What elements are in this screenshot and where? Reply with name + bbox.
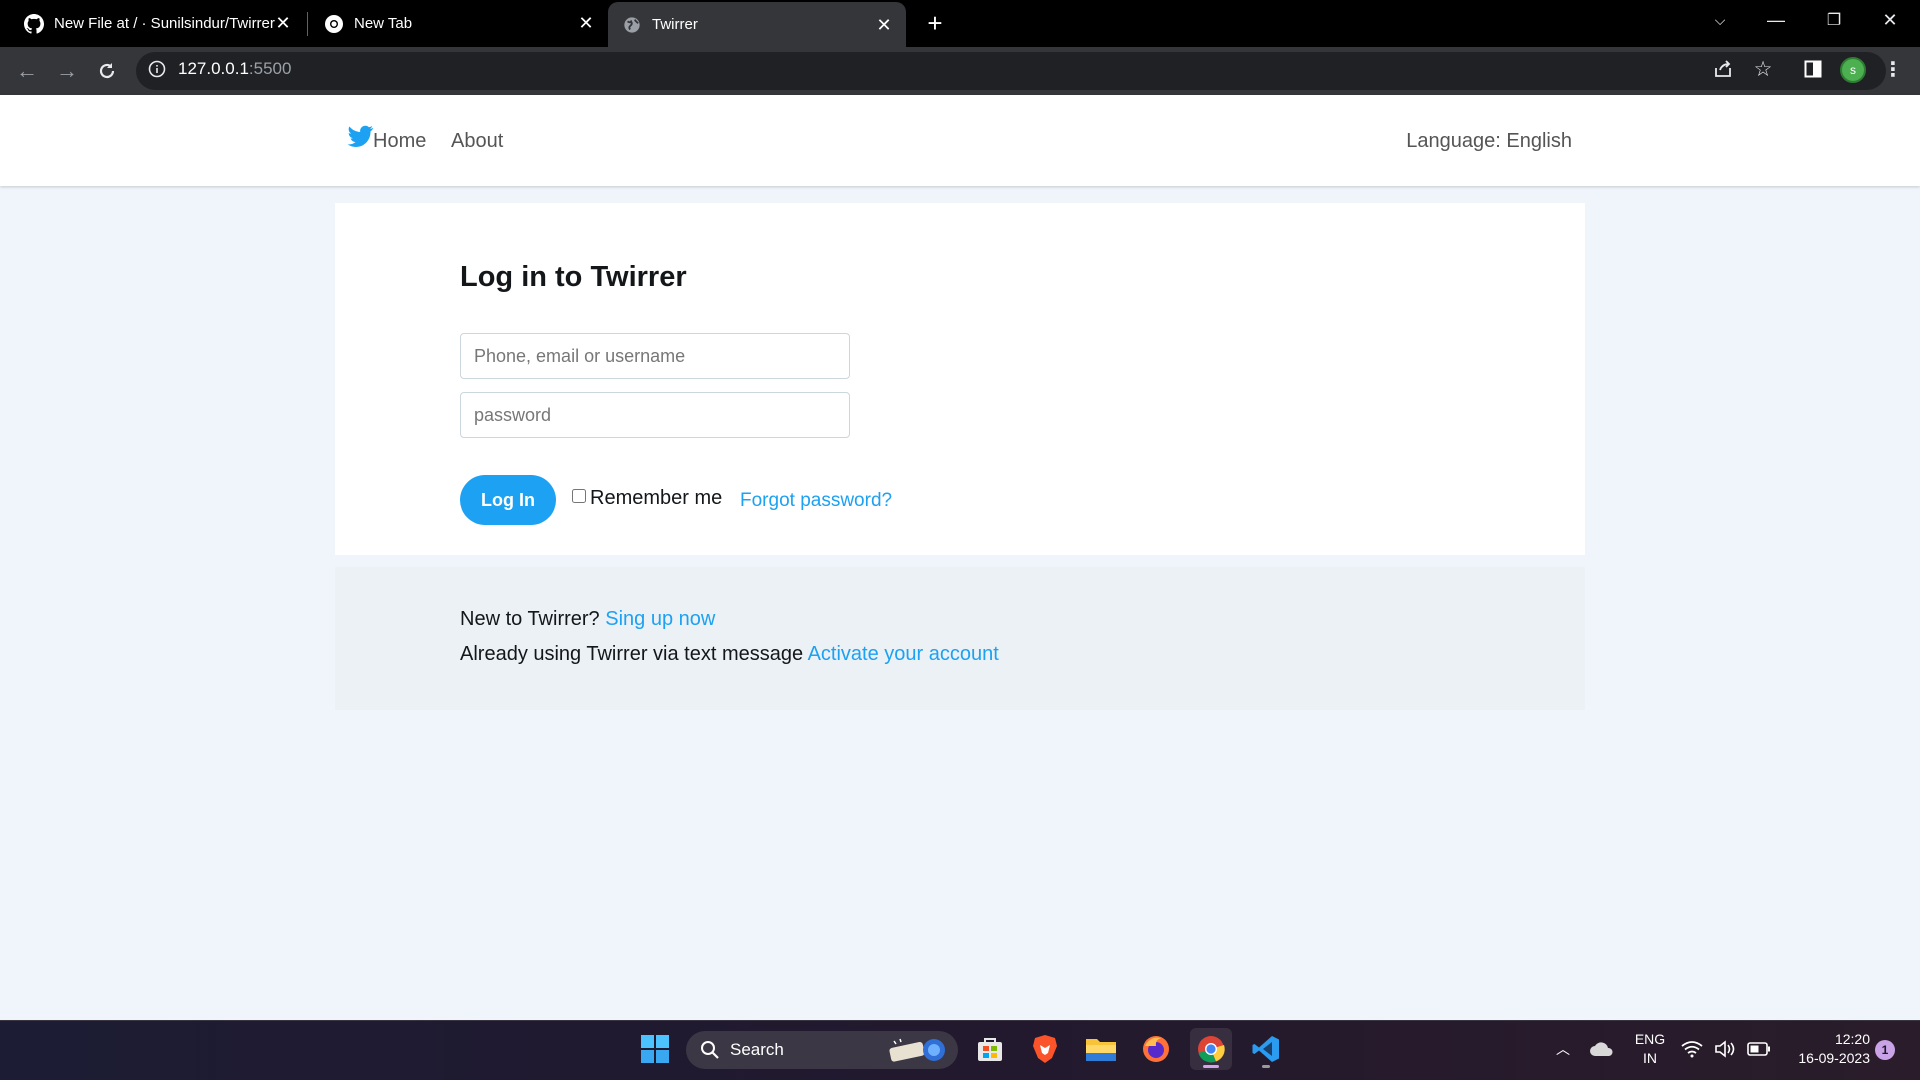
notification-badge[interactable]: 1 [1875,1040,1895,1060]
active-app-indicator [1203,1065,1219,1068]
signup-line: New to Twirrer? Sing up now [460,608,715,631]
side-panel-icon[interactable] [1800,56,1826,82]
nav-about-link[interactable]: About [451,130,503,153]
restore-button[interactable]: ❐ [1806,0,1862,40]
address-url[interactable]: 127.0.0.1:5500 [178,59,291,79]
language-selector[interactable]: Language: English [1406,130,1572,153]
search-highlight-icon [886,1035,950,1070]
file-explorer-icon[interactable] [1080,1028,1122,1070]
browser-tab-twirrer[interactable]: Twirrer ✕ [608,2,906,47]
page-viewport: Home About Language: English Log in to T… [0,95,1920,1020]
forgot-password-link[interactable]: Forgot password? [740,490,892,512]
address-bar[interactable] [136,52,1886,90]
microsoft-store-icon[interactable] [969,1028,1011,1070]
reload-button[interactable] [92,56,122,86]
nav-home-link[interactable]: Home [373,130,426,153]
remember-me-label: Remember me [590,487,723,509]
page-title: Log in to Twirrer [460,261,687,293]
bird-logo-icon[interactable] [346,125,374,151]
login-card: Log in to Twirrer Log In Remember me For… [335,203,1585,555]
clock-date: 16-09-2023 [1798,1050,1870,1066]
tab-search-chevron-icon[interactable]: ⌵ [1692,0,1748,40]
back-button[interactable]: ← [12,56,42,86]
signup-prefix: New to Twirrer? [460,608,600,630]
activate-account-link[interactable]: Activate your account [808,643,999,665]
lang-line-1: ENG [1634,1031,1666,1047]
search-label: Search [730,1040,784,1059]
url-host: 127.0.0.1 [178,59,249,78]
taskbar-clock[interactable]: 12:20 16-09-2023 [1780,1030,1870,1068]
remember-me-option[interactable]: Remember me [572,487,722,510]
github-icon [24,13,44,34]
taskbar-search[interactable]: Search [686,1031,958,1069]
login-button[interactable]: Log In [460,475,556,525]
windows-logo-icon [641,1035,669,1063]
battery-icon [1746,1042,1770,1056]
profile-avatar[interactable]: s [1840,57,1866,83]
lang-line-2: IN [1643,1050,1657,1066]
system-tray-status[interactable] [1676,1028,1776,1070]
signup-link[interactable]: Sing up now [605,608,715,630]
bookmark-star-icon[interactable]: ☆ [1750,56,1776,82]
browser-tab-strip: New File at / · Sunilsindur/Twirrer ✕ Ne… [0,0,1920,47]
remember-me-checkbox[interactable] [572,488,586,503]
chrome-taskbar-icon[interactable] [1190,1028,1232,1070]
close-window-button[interactable]: ✕ [1862,0,1918,40]
close-icon[interactable]: ✕ [576,13,596,33]
reload-icon [99,63,115,79]
firefox-icon[interactable] [1135,1028,1177,1070]
clock-time: 12:20 [1834,1031,1870,1047]
browser-tab-github[interactable]: New File at / · Sunilsindur/Twirrer ✕ [0,0,305,47]
menu-kebab-icon[interactable]: ⋮ [1880,56,1906,82]
onedrive-cloud-icon[interactable] [1581,1028,1623,1070]
search-icon [701,1041,719,1059]
volume-icon [1715,1040,1735,1058]
minimize-button[interactable]: — [1748,0,1804,40]
chrome-icon [324,14,344,34]
site-navbar: Home About Language: English [0,95,1920,186]
vscode-icon[interactable] [1245,1028,1287,1070]
brave-browser-icon[interactable] [1024,1028,1066,1070]
close-icon[interactable]: ✕ [874,15,894,35]
url-port: :5500 [248,59,292,78]
activate-prefix: Already using Twirrer via text message [460,643,804,665]
globe-icon [622,15,642,35]
site-info-icon[interactable] [148,60,166,78]
tab-title: New Tab [354,15,413,32]
browser-tab-new-tab[interactable]: New Tab ✕ [310,0,608,47]
running-app-indicator [1262,1065,1270,1068]
activate-line: Already using Twirrer via text message A… [460,643,999,666]
new-tab-button[interactable]: + [920,8,950,38]
login-footer: New to Twirrer? Sing up now Already usin… [335,567,1585,710]
chevron-up-icon[interactable]: ︿ [1542,1028,1584,1070]
input-language-indicator[interactable]: ENG IN [1630,1030,1670,1068]
username-input[interactable] [460,333,850,379]
tab-title: Twirrer [652,16,698,33]
wifi-icon [1681,1041,1703,1058]
close-icon[interactable]: ✕ [273,13,293,33]
share-icon[interactable] [1710,56,1736,82]
tab-title: New File at / · Sunilsindur/Twirrer [54,15,275,32]
tab-divider [307,12,308,36]
password-input[interactable] [460,392,850,438]
forward-button[interactable]: → [52,56,82,86]
start-button[interactable] [634,1028,676,1070]
